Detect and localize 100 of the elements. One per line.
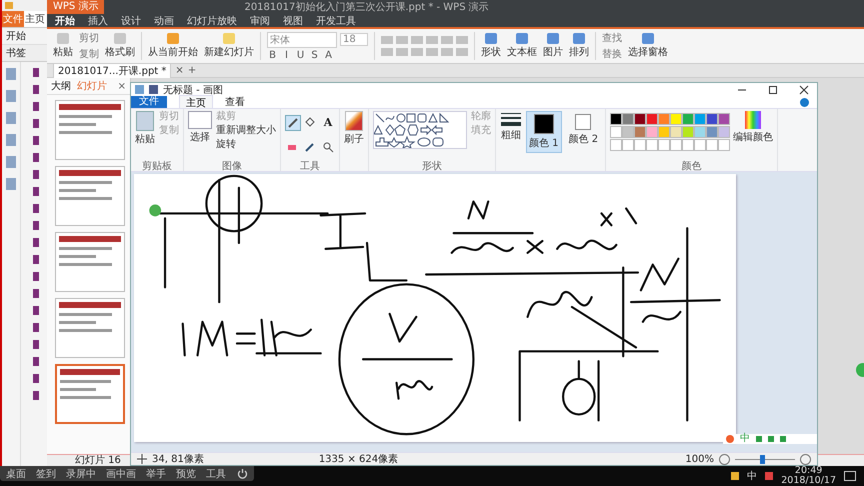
- format-button[interactable]: A: [323, 50, 334, 60]
- menu-tab[interactable]: 视图: [283, 14, 303, 28]
- font-field[interactable]: 宋体: [267, 32, 337, 48]
- format-painter-button[interactable]: 格式刷: [105, 33, 135, 59]
- magnifier-icon[interactable]: [321, 140, 335, 154]
- color-swatch[interactable]: [670, 126, 682, 138]
- color-swatch[interactable]: [706, 126, 718, 138]
- ribbon-tab[interactable]: 查看: [225, 95, 245, 109]
- clock-date: 2018/10/17: [781, 476, 836, 486]
- panel-tab[interactable]: 大纲: [51, 79, 71, 93]
- color-swatch[interactable]: [610, 113, 622, 125]
- window-title: 无标题 - 画图: [163, 84, 223, 96]
- recorder-button[interactable]: 工具: [206, 466, 226, 480]
- ime-toolbar[interactable]: 中: [723, 434, 817, 444]
- color-swatch[interactable]: [634, 126, 646, 138]
- menu-tab[interactable]: 审阅: [250, 14, 270, 28]
- find-button[interactable]: 查找: [602, 31, 622, 45]
- resize-button[interactable]: 重新调整大小: [216, 125, 276, 137]
- format-button[interactable]: B: [267, 50, 278, 60]
- zoom-in-button[interactable]: [800, 454, 811, 464]
- slider-thumb[interactable]: [760, 454, 764, 464]
- slide-thumbnail[interactable]: [55, 100, 125, 160]
- slide-thumbnail[interactable]: [55, 364, 125, 424]
- zoom-out-button[interactable]: [719, 454, 730, 464]
- menu-tab[interactable]: 插入: [88, 14, 108, 28]
- shapes-gallery[interactable]: [373, 111, 467, 149]
- menu-tab[interactable]: 主页: [24, 11, 46, 27]
- close-button[interactable]: ×: [118, 80, 126, 92]
- color-swatch[interactable]: [718, 126, 730, 138]
- paste-button[interactable]: 粘贴: [53, 33, 73, 59]
- menu-tab[interactable]: 设计: [121, 14, 141, 28]
- color-swatch[interactable]: [682, 113, 694, 125]
- color-swatch[interactable]: [682, 126, 694, 138]
- text-tool[interactable]: A: [321, 115, 335, 129]
- slide-thumbnail[interactable]: [55, 298, 125, 358]
- recorder-button[interactable]: 画中画: [106, 466, 136, 480]
- format-button[interactable]: U: [295, 50, 306, 60]
- color-swatch[interactable]: [706, 113, 718, 125]
- color-swatch[interactable]: [622, 126, 634, 138]
- sidebar-icon[interactable]: [6, 68, 16, 80]
- color-swatch[interactable]: [718, 113, 730, 125]
- color-swatch[interactable]: [646, 126, 658, 138]
- app-menu-button[interactable]: WPS 演示: [47, 0, 104, 14]
- group-label: 颜色: [680, 160, 703, 171]
- sidebar-icon[interactable]: [6, 178, 16, 190]
- maximize-icon[interactable]: [768, 84, 778, 94]
- menu-tab[interactable]: 开发工具: [316, 14, 356, 28]
- slide-thumbnail[interactable]: [55, 166, 125, 226]
- selection-pane-button[interactable]: 选择窗格: [628, 33, 668, 59]
- sidebar-icon[interactable]: [6, 112, 16, 124]
- input-mode-indicator[interactable]: 中: [747, 469, 758, 483]
- size-button[interactable]: 粗细: [500, 111, 522, 142]
- close-icon[interactable]: [799, 84, 809, 94]
- file-tab[interactable]: 文件: [131, 96, 167, 108]
- insert-button[interactable]: 形状: [481, 33, 501, 59]
- color-swatch[interactable]: [658, 126, 670, 138]
- document-tab[interactable]: 20181017...开课.ppt *: [53, 63, 172, 78]
- cut-button[interactable]: 剪切: [79, 31, 99, 45]
- recorder-button[interactable]: 签到: [36, 466, 56, 480]
- rotate-button[interactable]: 旋转: [216, 139, 276, 151]
- edit-colors-button[interactable]: 编辑颜色: [733, 111, 774, 144]
- sidebar-icon[interactable]: [6, 90, 16, 102]
- color-swatch[interactable]: [634, 113, 646, 125]
- replace-button[interactable]: 替换: [602, 47, 622, 61]
- color-swatch[interactable]: [622, 113, 634, 125]
- new-slide-button[interactable]: 新建幻灯片: [204, 33, 254, 59]
- new-tab-button[interactable]: +: [188, 65, 196, 76]
- font-size-field[interactable]: 18: [340, 33, 368, 46]
- notification-icon[interactable]: [844, 471, 856, 481]
- color-1-button[interactable]: 颜色 1: [526, 111, 562, 153]
- copy-button[interactable]: 复制: [79, 47, 99, 61]
- recorder-button[interactable]: 桌面: [6, 466, 26, 480]
- sidebar-icon[interactable]: [6, 134, 16, 146]
- recorder-button[interactable]: 录屏中: [66, 466, 96, 480]
- menu-tab[interactable]: 幻灯片放映: [187, 14, 237, 28]
- color-swatch[interactable]: [658, 113, 670, 125]
- menu-tab[interactable]: 动画: [154, 14, 174, 28]
- pencil-icon[interactable]: [285, 115, 301, 131]
- color-swatch[interactable]: [694, 126, 706, 138]
- recorder-button[interactable]: 预览: [176, 466, 196, 480]
- color-swatch[interactable]: [694, 113, 706, 125]
- ribbon-tab[interactable]: 主页: [179, 94, 213, 110]
- tray-icon[interactable]: [765, 472, 774, 480]
- format-button[interactable]: I: [281, 50, 292, 60]
- menu-tab[interactable]: 开始: [55, 14, 75, 28]
- color-2-button[interactable]: 颜色 2: [566, 111, 602, 149]
- insert-button[interactable]: 文本框: [507, 33, 537, 59]
- tray-icon[interactable]: [731, 472, 740, 480]
- insert-button[interactable]: 排列: [569, 33, 589, 59]
- play-button[interactable]: 从当前开始: [148, 33, 198, 59]
- power-icon[interactable]: [237, 468, 248, 479]
- color-swatch[interactable]: [646, 113, 658, 125]
- sidebar-icon[interactable]: [6, 156, 16, 168]
- recorder-button[interactable]: 举手: [146, 466, 166, 480]
- close-tab-button[interactable]: ×: [175, 65, 184, 76]
- color-swatch[interactable]: [610, 126, 622, 138]
- slide-thumbnail[interactable]: [55, 232, 125, 292]
- color-swatch[interactable]: [670, 113, 682, 125]
- insert-button[interactable]: 图片: [543, 33, 563, 59]
- format-button[interactable]: S: [309, 50, 320, 60]
